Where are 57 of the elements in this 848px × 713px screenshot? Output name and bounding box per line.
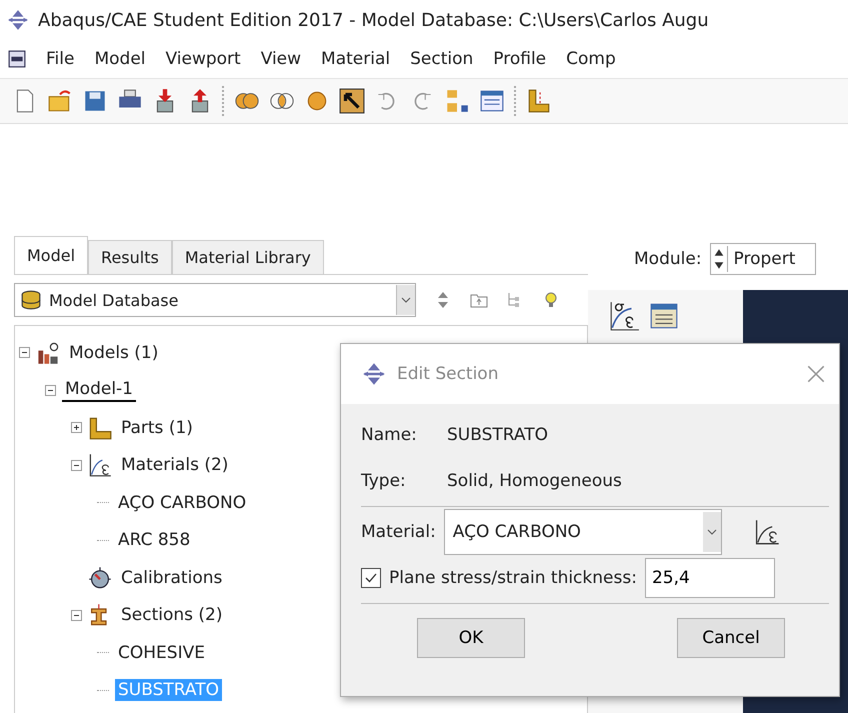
collapse-icon[interactable] [71,610,82,621]
database-dropdown[interactable]: Model Database [14,283,416,317]
close-icon[interactable] [807,365,825,383]
models-icon [36,340,60,365]
material-dropdown[interactable]: AÇO CARBONO [444,509,722,555]
tab[interactable]: Material Library [172,240,324,274]
menu-item[interactable]: Material [321,49,390,69]
menu-item[interactable]: Comp [566,49,616,69]
open-folder-icon[interactable] [47,88,73,114]
checkbox-label: Plane stress/strain thickness: [389,568,637,588]
dialog-button[interactable]: Cancel [677,618,785,658]
menu-item[interactable]: File [46,49,74,69]
section-name: SUBSTRATO [447,425,548,445]
menu-item[interactable]: Profile [493,49,546,69]
dialog-title: Edit Section [397,364,500,384]
tree-item[interactable]: Parts (1) [118,416,196,439]
tree-item[interactable]: Materials (2) [118,454,232,476]
table-icon[interactable] [479,88,505,114]
tree-item[interactable]: Calibrations [118,566,226,589]
collapse-icon[interactable] [71,460,82,471]
module-dropdown[interactable]: Propert [710,243,816,275]
field-label: Name: [361,425,418,445]
collapse-icon[interactable] [45,384,56,396]
field-label: Material: [361,522,436,542]
tree-item[interactable]: ARC 858 [115,529,194,552]
stress-strain-icon[interactable] [754,519,780,545]
menu-item[interactable]: Viewport [166,49,241,69]
window-title: Abaqus/CAE Student Edition 2017 - Model Database: C:\Users\Carlos Augu [38,10,709,30]
module-label: Module: [634,249,702,269]
window-menu-icon[interactable] [8,50,26,68]
field-label: Type: [361,471,407,491]
app-logo-icon [361,362,387,386]
thickness-field[interactable]: 25,4 [644,558,775,598]
section-type: Solid, Homogeneous [447,471,622,491]
menu-item[interactable]: Section [410,49,474,69]
tree-item[interactable]: AÇO CARBONO [115,492,250,514]
part-icon[interactable] [526,88,552,114]
dialog-button[interactable]: OK [417,618,525,658]
expand-icon[interactable] [71,422,82,434]
checkmark-icon [364,571,378,585]
stress-strain-icon[interactable] [608,300,640,332]
collapse-icon[interactable] [19,347,30,358]
tree-item[interactable]: Sections (2) [118,604,226,626]
tree-item[interactable]: Models (1) [66,342,162,364]
tree-item[interactable]: COHESIVE [115,642,208,664]
tab[interactable]: Model [14,236,88,274]
tree-item[interactable]: Model-1 [62,378,136,402]
tab[interactable]: Results [88,240,172,274]
stress-strain-icon [88,453,112,478]
gauge-icon [88,566,112,590]
database-icon [19,289,43,311]
menu-item[interactable]: Model [94,49,146,69]
pick-tool-icon[interactable] [339,88,365,114]
checkbox[interactable] [361,568,381,588]
l-shape-icon [88,416,112,440]
app-logo-icon [6,9,30,31]
menu-item[interactable]: View [260,49,302,69]
